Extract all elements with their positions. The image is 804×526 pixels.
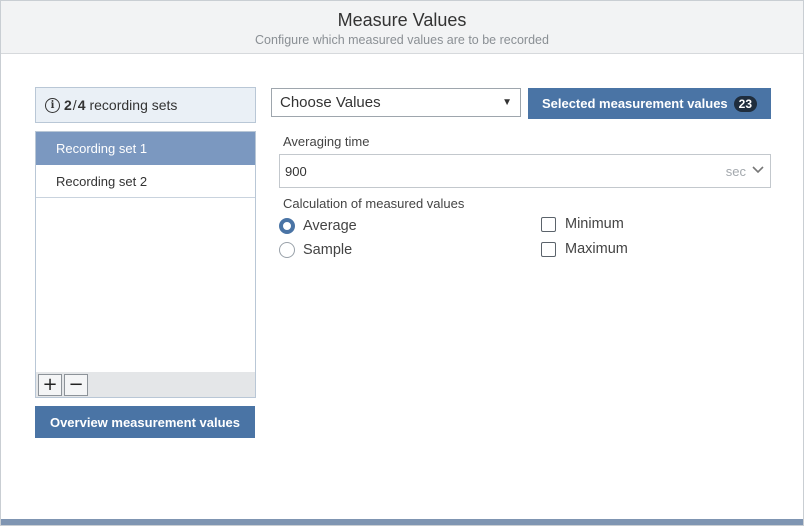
choose-values-value: Choose Values xyxy=(280,94,381,111)
recording-set-list: Recording set 1 Recording set 2 + − xyxy=(35,131,256,398)
averaging-time-unit[interactable]: sec xyxy=(726,164,746,179)
measure-values-window: Measure Values Configure which measured … xyxy=(0,0,804,526)
chevron-down-icon[interactable] xyxy=(752,165,764,177)
checkbox-maximum-label: Maximum xyxy=(565,241,628,257)
recording-sets-max: 4 xyxy=(77,97,86,113)
radio-average-label: Average xyxy=(303,218,357,234)
recording-sets-separator: / xyxy=(72,97,77,113)
selected-measurement-values-button[interactable]: Selected measurement values 23 xyxy=(528,88,771,119)
info-icon: i xyxy=(45,97,60,113)
checkbox-minimum[interactable]: Minimum xyxy=(541,216,624,232)
recording-sets-info: i 2 / 4 recording sets xyxy=(35,87,256,123)
recording-sets-current: 2 xyxy=(64,97,72,113)
checkbox-minimum-label: Minimum xyxy=(565,216,624,232)
recording-set-item-2[interactable]: Recording set 2 xyxy=(36,165,255,198)
choose-values-dropdown[interactable]: Choose Values ▼ xyxy=(271,88,521,117)
header: Measure Values Configure which measured … xyxy=(1,1,803,54)
radio-sample-label: Sample xyxy=(303,242,353,258)
checkbox-maximum[interactable]: Maximum xyxy=(541,241,628,257)
page-title: Measure Values xyxy=(337,10,467,30)
selected-count-badge: 23 xyxy=(733,95,758,112)
recording-set-list-toolbar: + − xyxy=(36,372,255,397)
bottom-accent-bar xyxy=(1,519,803,525)
overview-measurement-values-button[interactable]: Overview measurement values xyxy=(35,406,255,438)
checkbox-maximum-box[interactable] xyxy=(541,241,556,257)
radio-average-indicator[interactable] xyxy=(279,218,295,234)
add-recording-set-button[interactable]: + xyxy=(38,373,62,396)
dropdown-caret-icon: ▼ xyxy=(502,97,512,108)
selected-measurement-values-label: Selected measurement values xyxy=(541,96,728,111)
averaging-time-value[interactable]: 900 xyxy=(285,164,726,179)
remove-recording-set-button[interactable]: − xyxy=(64,373,88,396)
recording-sets-label: recording sets xyxy=(89,97,178,113)
checkbox-minimum-box[interactable] xyxy=(541,216,556,232)
averaging-time-label: Averaging time xyxy=(283,134,370,149)
radio-average[interactable]: Average xyxy=(279,218,357,234)
calculation-label: Calculation of measured values xyxy=(283,196,465,211)
radio-sample-indicator[interactable] xyxy=(279,242,295,258)
recording-set-item-1[interactable]: Recording set 1 xyxy=(36,132,255,165)
radio-sample[interactable]: Sample xyxy=(279,242,352,258)
averaging-time-field[interactable]: 900 sec xyxy=(279,154,771,188)
page-subtitle: Configure which measured values are to b… xyxy=(255,33,549,47)
